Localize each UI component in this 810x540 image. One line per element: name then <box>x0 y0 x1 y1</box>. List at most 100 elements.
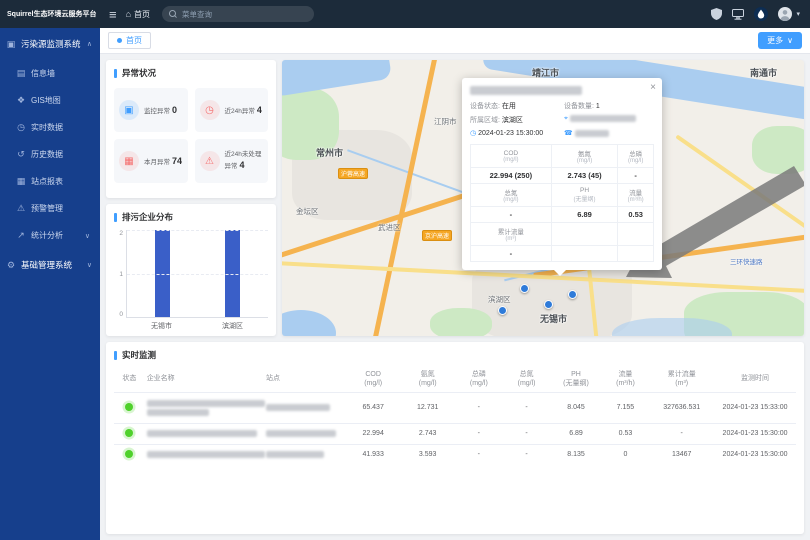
cell-tp: - <box>455 423 503 444</box>
clock-icon: ◷ <box>470 130 476 137</box>
topbar-actions: ▾ <box>711 7 810 21</box>
location-pin-icon: ⌖ <box>564 115 568 122</box>
search-input[interactable] <box>182 10 307 19</box>
x-tick-label: 无锡市 <box>151 321 172 330</box>
monitoring-table: 状态 企业名称 站点 COD(mg/l) 氨氮(mg/l) 总磷(mg/l) 总… <box>114 368 796 465</box>
region-value: 滨湖区 <box>502 117 523 124</box>
table-row[interactable]: 65.437 12.731 - - 8.045 7.155 327636.531… <box>114 392 796 423</box>
cell-tp: - <box>455 392 503 423</box>
cell-ph: 8.135 <box>550 444 601 465</box>
chevron-up-icon: ∧ <box>87 40 92 48</box>
map-label-city: 无锡市 <box>540 312 567 325</box>
metric-name: 总磷 <box>620 148 651 158</box>
column-header: 累计流量(m³) <box>649 368 714 392</box>
hamburger-menu-icon[interactable]: ≡ <box>109 8 117 21</box>
popup-metrics-table: COD(mg/l) 氨氮(mg/l) 总磷(mg/l) 22.994 (250)… <box>470 144 654 262</box>
tile-month-abnormal[interactable]: ▦ 本月异常74 <box>114 139 188 183</box>
breadcrumb-label: 首页 <box>134 9 150 20</box>
redacted-enterprise-name <box>147 409 209 416</box>
column-header: 总氮(mg/l) <box>503 368 551 392</box>
main-content: 异常状况 ▣ 监控异常0 ◷ 近24h异常4 ▦ 本月异常74 <box>100 54 810 540</box>
column-header: 状态 <box>114 368 145 392</box>
search-box[interactable] <box>162 6 314 22</box>
user-avatar[interactable] <box>778 7 792 21</box>
metric-unit: (mg/l) <box>473 157 549 163</box>
redacted-enterprise-name <box>147 400 265 407</box>
site-report-icon: ▦ <box>16 176 26 187</box>
menu-label: 历史数据 <box>31 149 63 160</box>
gridline <box>127 274 268 275</box>
sidebar: ▣ 污染源监测系统 ∧ ▤ 信息墙 ❖ GIS地图 ◷ 实时数据 ↺ 历史数据 … <box>0 28 100 540</box>
status-dot-green <box>125 403 133 411</box>
table-row[interactable]: 41.933 3.593 - - 8.135 0 13467 2024-01-2… <box>114 444 796 465</box>
menu-label: GIS地图 <box>31 95 61 106</box>
bar-xlabels: 无锡市 滨湖区 <box>126 318 268 330</box>
column-header: PH(无量纲) <box>550 368 601 392</box>
fullscreen-monitor-icon[interactable] <box>732 9 744 20</box>
info-wall-icon: ▤ <box>16 68 26 79</box>
map-card[interactable]: 长江 靖江市 南通市 常州市 江阴市 金坛区 武进区 无锡市 滨湖区 三环快速路… <box>282 60 804 336</box>
card-title: 异常状况 <box>122 67 156 79</box>
redacted-phone <box>575 130 609 137</box>
close-icon[interactable]: × <box>650 82 656 93</box>
chevron-down-icon: ▾ <box>796 10 800 18</box>
enterprise-distribution-card: 排污企业分布 210 无锡市滨湖区 <box>106 204 276 336</box>
column-header: 总磷(mg/l) <box>455 368 503 392</box>
sidebar-item-realtime-data[interactable]: ◷ 实时数据 <box>0 114 100 141</box>
site-marker[interactable] <box>544 300 553 309</box>
tile-value: 4 <box>240 160 245 170</box>
sidebar-item-gis-map[interactable]: ❖ GIS地图 <box>0 87 100 114</box>
sidebar-item-history-data[interactable]: ↺ 历史数据 <box>0 141 100 168</box>
sidebar-item-statistics[interactable]: ↗ 统计分析 ∨ <box>0 222 100 249</box>
sidebar-item-warning-management[interactable]: ⚠ 预警管理 <box>0 195 100 222</box>
tile-label: 监控异常 <box>144 108 170 115</box>
redacted-site-name <box>266 404 330 411</box>
metric-value: 6.89 <box>551 207 618 223</box>
tile-24h-unhandled-abnormal[interactable]: ⚠ 近24h未处理异常4 <box>195 139 269 183</box>
cell-nh3: 12.731 <box>400 392 455 423</box>
site-marker[interactable] <box>568 290 577 299</box>
breadcrumb[interactable]: ⌂ 首页 <box>126 9 150 20</box>
column-header: 企业名称 <box>145 368 264 392</box>
sidebar-item-site-report[interactable]: ▦ 站点报表 <box>0 168 100 195</box>
column-header: 氨氮(mg/l) <box>400 368 455 392</box>
lake-shape <box>282 310 336 336</box>
shield-icon[interactable] <box>711 8 722 20</box>
y-tick-label: 0 <box>119 311 123 318</box>
x-tick-label: 滨湖区 <box>222 321 243 330</box>
tab-home[interactable]: 首页 <box>108 32 151 49</box>
cell-cod: 65.437 <box>346 392 401 423</box>
metric-value: 2.743 (45) <box>551 168 618 184</box>
topbar: Squirrel生态环境云服务平台 ≡ ⌂ 首页 ▾ <box>0 0 810 28</box>
tile-monitor-abnormal[interactable]: ▣ 监控异常0 <box>114 88 188 132</box>
metric-name: 总氮 <box>473 187 549 197</box>
cell-cod: 22.994 <box>346 423 401 444</box>
map-label-city: 常州市 <box>316 146 343 159</box>
more-button[interactable]: 更多 ∨ <box>758 32 802 49</box>
cell-time: 2024-01-23 15:30:00 <box>714 423 796 444</box>
cell-flow: 7.155 <box>602 392 650 423</box>
column-header: 监测时间 <box>714 368 796 392</box>
water-drop-logo-icon[interactable] <box>754 7 768 21</box>
statistics-icon: ↗ <box>16 230 26 241</box>
settings-icon: ⚙ <box>6 260 16 271</box>
alert-icon: ⚠ <box>200 151 220 171</box>
metric-name: 氨氮 <box>554 148 616 158</box>
menu-label: 实时数据 <box>31 122 63 133</box>
redacted-address <box>570 115 636 122</box>
cell-ph: 6.89 <box>550 423 601 444</box>
sidebar-section-pollution-monitoring[interactable]: ▣ 污染源监测系统 ∧ <box>0 28 100 60</box>
site-marker[interactable] <box>520 284 529 293</box>
tile-24h-abnormal[interactable]: ◷ 近24h异常4 <box>195 88 269 132</box>
site-marker[interactable] <box>498 306 507 315</box>
y-tick-label: 1 <box>119 271 123 278</box>
field-label: 所属区域: <box>470 117 500 124</box>
map-label-highway: 沪蓉高速 <box>338 168 368 179</box>
sidebar-section-basic-management[interactable]: ⚙ 基础管理系统 ∨ <box>0 249 100 281</box>
table-row[interactable]: 22.994 2.743 - - 6.89 0.53 - 2024-01-23 … <box>114 423 796 444</box>
sidebar-item-info-wall[interactable]: ▤ 信息墙 <box>0 60 100 87</box>
site-info-popup: × 设备状态: 在用 设备数量: 1 所属区域: 滨湖区 ⌖ ◷2024-01-… <box>462 78 662 270</box>
metric-unit: (mg/l) <box>473 197 549 203</box>
bar-yticks: 210 <box>114 230 126 318</box>
status-dot-green <box>125 450 133 458</box>
